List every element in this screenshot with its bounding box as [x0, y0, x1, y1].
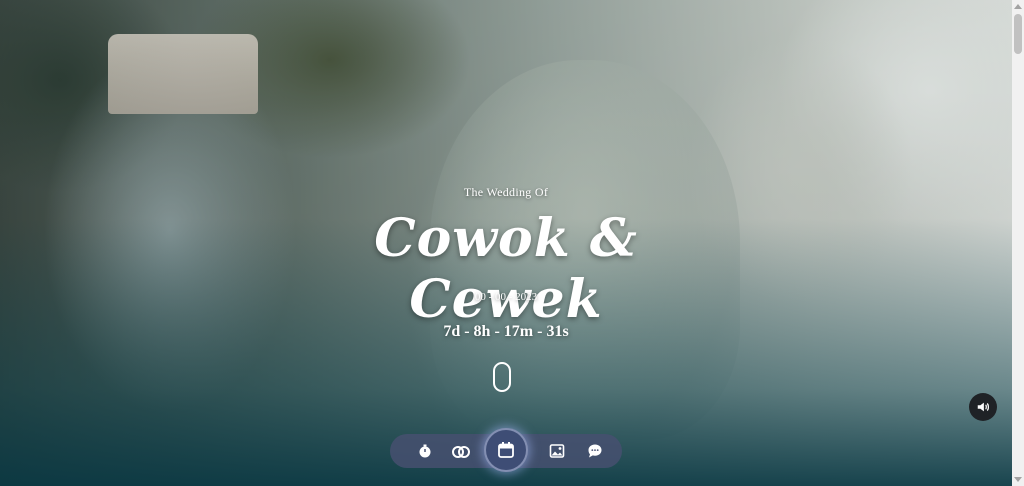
hero-subtitle: The Wedding Of [463, 185, 549, 199]
page-scrollbar[interactable] [1012, 0, 1024, 486]
gallery-icon [549, 444, 565, 458]
chat-icon [588, 444, 602, 458]
nav-item-gallery[interactable] [542, 434, 572, 468]
sound-toggle-button[interactable] [969, 393, 997, 421]
wedding-date: 00 - 00 - 2023 [474, 291, 538, 303]
speaker-icon [977, 402, 989, 412]
rings-icon [452, 446, 470, 458]
stopwatch-icon [419, 444, 431, 458]
calendar-icon [498, 442, 514, 458]
hero-content: The Wedding Of Cowok & Cewek 00 - 00 - 2… [300, 0, 712, 486]
nav-item-wishes[interactable] [580, 434, 610, 468]
groom-figure [108, 34, 258, 114]
countdown-timer: 7d - 8h - 17m - 31s [443, 323, 569, 340]
bottom-navigation [390, 428, 622, 472]
nav-item-event[interactable] [484, 428, 528, 472]
nav-item-countdown[interactable] [410, 434, 440, 468]
nav-item-couple[interactable] [446, 434, 476, 468]
scroll-down-arrow-icon[interactable] [1014, 477, 1022, 482]
scrollbar-thumb[interactable] [1014, 14, 1022, 54]
scroll-up-arrow-icon[interactable] [1014, 4, 1022, 9]
mouse-scroll-icon[interactable] [493, 362, 511, 392]
couple-names: Cowok & Cewek [374, 208, 638, 330]
